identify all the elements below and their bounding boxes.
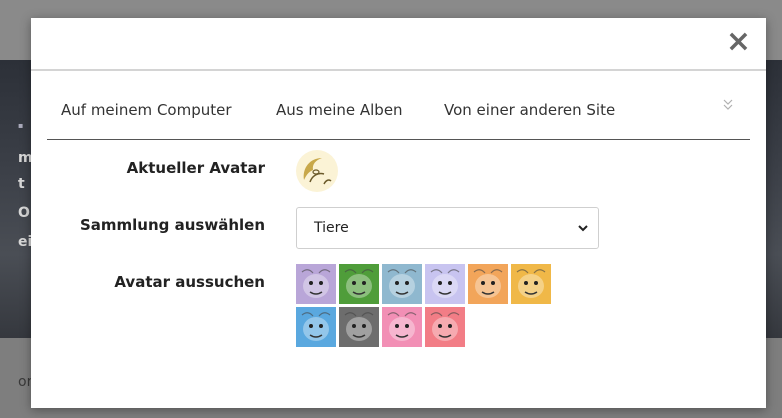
collection-label: Sammlung auswählen [79,216,265,234]
tiger-avatar[interactable] [468,264,508,304]
background-text: t [18,176,25,192]
dialog-header: × [31,18,766,71]
chevron-down-icon [578,225,588,232]
source-tabs: Auf meinem Computer Aus meine Alben Von … [47,96,750,140]
tab-my-albums[interactable]: Aus meine Alben [276,101,403,119]
background-mark: ▪ [18,121,24,130]
current-avatar-image [296,150,338,192]
bulldog-avatar[interactable] [382,264,422,304]
tab-my-computer[interactable]: Auf meinem Computer [61,101,232,119]
current-avatar-label: Aktueller Avatar [126,159,265,177]
giraffe-avatar[interactable] [511,264,551,304]
collection-select[interactable]: Tiere [296,207,599,249]
elephant-avatar[interactable] [425,264,465,304]
parrot-avatar[interactable] [339,264,379,304]
rabbit-avatar[interactable] [425,307,465,347]
choose-avatar-label: Avatar aussuchen [114,273,265,291]
avatar-dialog: × Auf meinem Computer Aus meine Alben Vo… [31,18,766,408]
crocodile-avatar[interactable] [296,307,336,347]
pig-avatar[interactable] [382,307,422,347]
gorilla-avatar[interactable] [339,307,379,347]
collection-select-value: Tiere [314,220,349,236]
tab-other-site[interactable]: Von einer anderen Site [444,101,615,119]
dog-avatar[interactable] [296,264,336,304]
close-button[interactable]: × [726,27,751,57]
double-chevron-down-icon[interactable] [722,98,734,112]
